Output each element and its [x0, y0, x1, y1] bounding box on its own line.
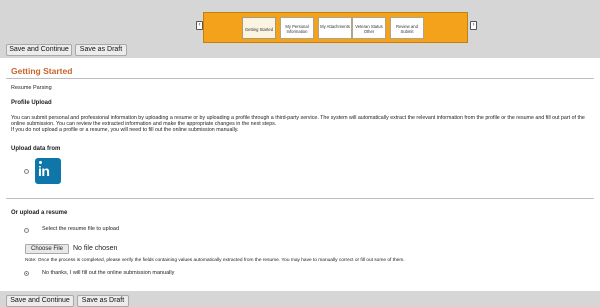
no-file-text: No file chosen	[73, 245, 118, 252]
save-draft-button[interactable]: Save as Draft	[75, 44, 127, 56]
chevron-left-icon[interactable]: ‹	[196, 21, 203, 30]
step-attachments[interactable]: My Attachments	[318, 17, 352, 39]
step-veteran-status[interactable]: Veteran Status Other	[352, 17, 386, 39]
manual-fill-radio[interactable]	[24, 271, 29, 276]
divider	[6, 198, 594, 199]
save-draft-button-bottom[interactable]: Save as Draft	[77, 295, 129, 307]
save-continue-button-bottom[interactable]: Save and Continue	[6, 295, 74, 307]
linkedin-logo[interactable]: in	[35, 158, 61, 184]
profile-upload-text: You can submit personal and professional…	[11, 115, 591, 134]
step-personal-information[interactable]: My Personal Information	[280, 17, 314, 39]
choose-file-button[interactable]: Choose File	[25, 244, 69, 254]
profile-upload-heading: Profile Upload	[11, 100, 52, 106]
upload-from-heading: Upload data from	[11, 146, 61, 152]
divider	[6, 78, 594, 79]
step-review-submit[interactable]: Review and Submit	[390, 17, 424, 39]
select-resume-label: Select the resume file to upload	[42, 226, 120, 232]
manual-option-label: No thanks, I will fill out the online su…	[42, 270, 175, 276]
linkedin-radio[interactable]	[24, 169, 29, 174]
profile-upload-description: You can submit personal and professional…	[11, 115, 585, 128]
save-continue-button[interactable]: Save and Continue	[6, 44, 72, 56]
or-upload-heading: Or upload a resume	[11, 210, 68, 216]
section-label: Resume Parsing	[11, 85, 52, 91]
note-text: Note: Once the process is completed, ple…	[25, 258, 405, 263]
profile-upload-note: If you do not upload a profile or a resu…	[11, 127, 239, 134]
page-title: Getting Started	[11, 66, 73, 76]
wizard-steps: Getting Started My Personal Information …	[203, 12, 468, 43]
main-content: Getting Started Resume Parsing Profile U…	[0, 58, 600, 291]
upload-resume-radio[interactable]	[24, 228, 29, 233]
step-getting-started[interactable]: Getting Started	[242, 17, 276, 39]
chevron-right-icon[interactable]: ›	[470, 21, 477, 30]
